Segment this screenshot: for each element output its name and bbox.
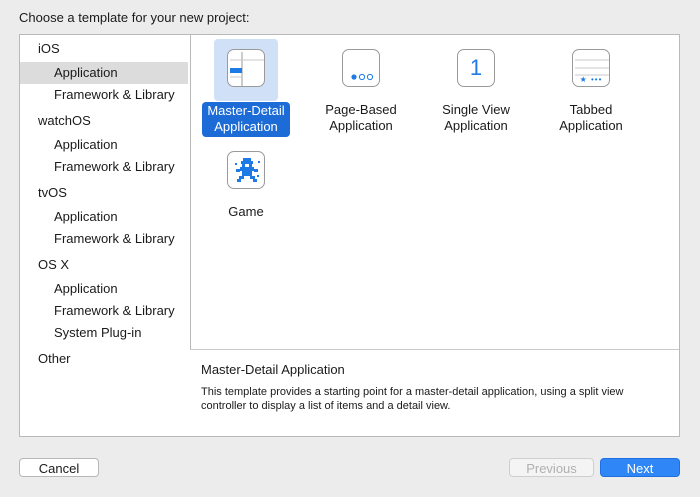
- template-tabbed[interactable]: ★ ••• Tabbed Application: [541, 39, 641, 135]
- sidebar-item-tvos-framework[interactable]: Framework & Library: [20, 228, 188, 250]
- sidebar-item-ios-framework[interactable]: Framework & Library: [20, 84, 188, 106]
- template-label: Master-Detail Application: [202, 102, 290, 137]
- template-label: Game: [228, 204, 264, 219]
- tabbed-glyph: ★ •••: [579, 75, 603, 84]
- template-master-detail[interactable]: Master-Detail Application: [196, 39, 296, 137]
- template-grid: Master-Detail Application Page-Based App…: [190, 35, 679, 350]
- sidebar-item-watchos-application[interactable]: Application: [20, 134, 188, 156]
- single-view-icon: 1: [457, 49, 495, 87]
- template-game[interactable]: Game: [196, 141, 296, 221]
- next-button[interactable]: Next: [600, 458, 680, 477]
- description-title: Master-Detail Application: [201, 362, 345, 377]
- template-label: Single View Application: [442, 102, 510, 133]
- sidebar-item-ios-application[interactable]: Application: [20, 62, 188, 84]
- sidebar-item-osx-system-plugin[interactable]: System Plug-in: [20, 322, 188, 344]
- tabbed-icon: ★ •••: [572, 49, 610, 87]
- sidebar-heading-osx[interactable]: OS X: [38, 257, 69, 272]
- template-single-view[interactable]: 1 Single View Application: [426, 39, 526, 135]
- sidebar-heading-tvos[interactable]: tvOS: [38, 185, 67, 200]
- sidebar-heading-other[interactable]: Other: [38, 351, 71, 366]
- template-label: Tabbed Application: [559, 102, 623, 133]
- cancel-button[interactable]: Cancel: [19, 458, 99, 477]
- dialog-prompt: Choose a template for your new project:: [19, 10, 250, 25]
- game-icon: [227, 151, 265, 189]
- sidebar-heading-watchos[interactable]: watchOS: [38, 113, 91, 128]
- single-view-glyph: 1: [469, 55, 483, 80]
- sidebar-item-osx-application[interactable]: Application: [20, 278, 188, 300]
- previous-button[interactable]: Previous: [509, 458, 594, 477]
- template-chooser-panel: iOS Application Framework & Library watc…: [19, 34, 680, 437]
- sidebar-item-tvos-application[interactable]: Application: [20, 206, 188, 228]
- template-description: Master-Detail Application This template …: [190, 350, 679, 436]
- template-label: Page-Based Application: [325, 102, 397, 133]
- description-text: This template provides a starting point …: [201, 386, 624, 412]
- sidebar-item-osx-framework[interactable]: Framework & Library: [20, 300, 188, 322]
- template-page-based[interactable]: Page-Based Application: [311, 39, 411, 135]
- page-based-icon: [342, 49, 380, 87]
- platform-sidebar: iOS Application Framework & Library watc…: [20, 35, 191, 436]
- sidebar-item-watchos-framework[interactable]: Framework & Library: [20, 156, 188, 178]
- master-detail-icon: [227, 49, 265, 87]
- sidebar-heading-ios[interactable]: iOS: [38, 41, 60, 56]
